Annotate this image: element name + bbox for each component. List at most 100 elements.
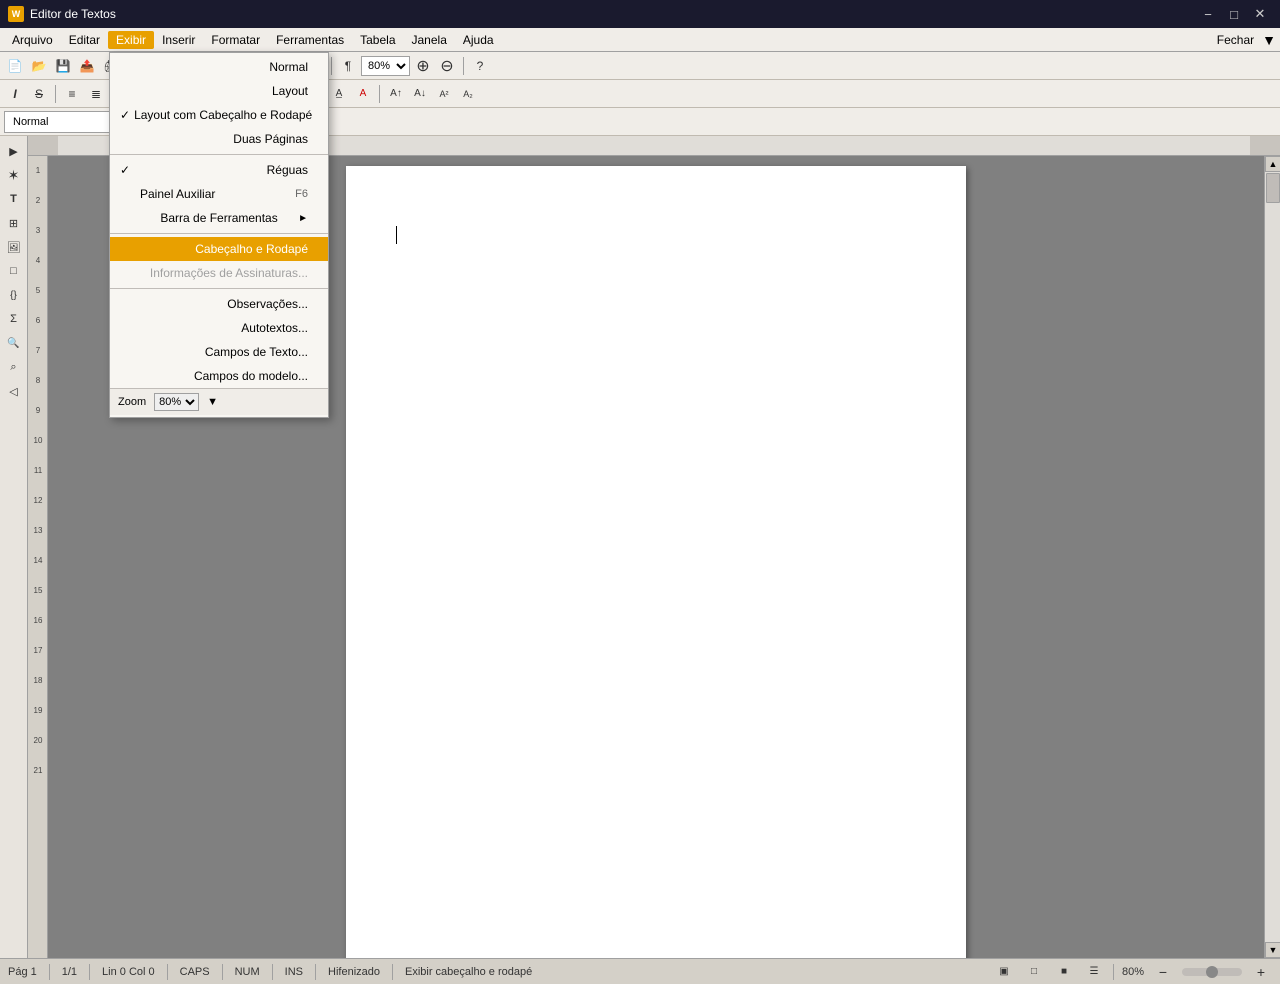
fechar-x-button[interactable]: ▼ [1262,32,1276,48]
save-remote-button[interactable]: 📤 [76,55,98,77]
minimize-button[interactable]: − [1196,4,1220,24]
menu-arquivo[interactable]: Arquivo [4,31,61,49]
font-subscript-button[interactable]: A₂ [457,83,479,105]
menu-normal[interactable]: Normal [110,55,328,79]
menu-campos-texto[interactable]: Campos de Texto... [110,340,328,364]
lt-formula-button[interactable]: Σ [3,308,25,330]
align-left-button[interactable]: ≡ [61,83,83,105]
zoom-slider-thumb[interactable] [1206,966,1218,978]
menu-painel-auxiliar[interactable]: Painel Auxiliar F6 [110,182,328,206]
menu-barra-ferramentas[interactable]: Barra de Ferramentas ► [110,206,328,230]
ruler-num-16: 16 [29,616,47,625]
scroll-down-button[interactable]: ▼ [1265,942,1280,958]
sep-d2 [110,233,328,234]
label-observacoes: Observações... [227,297,308,311]
menu-cabecalho-rodape[interactable]: Cabeçalho e Rodapé [110,237,328,261]
save-button[interactable]: 💾 [52,55,74,77]
zoom-bar-dropdown-arrow: ▼ [207,396,218,408]
document-page[interactable] [346,166,966,958]
zoom-bar-select[interactable]: 80% [154,393,199,411]
status-sep-8 [1113,964,1114,980]
zoom-in-button[interactable]: ⊕ [412,55,434,77]
lt-btn-1[interactable]: ▶ [3,140,25,162]
ruler-num-20: 20 [29,736,47,745]
scroll-up-button[interactable]: ▲ [1265,156,1280,172]
statusbar-view-btn-2[interactable]: □ [1023,961,1045,983]
ruler-num-13: 13 [29,526,47,535]
ruler-num-14: 14 [29,556,47,565]
check-layout-cabecalho: ✓ [120,108,130,122]
statusbar-view-btn-4[interactable]: ☰ [1083,961,1105,983]
titlebar: W Editor de Textos − □ ✕ [0,0,1280,28]
lt-image-button[interactable]: 🖼 [3,236,25,258]
ruler-num-1: 1 [29,166,47,175]
zoom-slider[interactable] [1182,968,1242,976]
lt-shapes-button[interactable]: □ [3,260,25,282]
lt-field-button[interactable]: {} [3,284,25,306]
statusbar-view-btn-1[interactable]: ▣ [993,961,1015,983]
font-size-increase-button[interactable]: A↑ [385,83,407,105]
scroll-thumb[interactable] [1266,173,1280,203]
menu-exibir[interactable]: Exibir [108,31,154,49]
menu-janela[interactable]: Janela [404,31,455,49]
zoom-out-status-button[interactable]: − [1152,961,1174,983]
menu-ajuda[interactable]: Ajuda [455,31,502,49]
menu-formatar[interactable]: Formatar [203,31,268,49]
statusbar-view-btn-3[interactable]: ■ [1053,961,1075,983]
menu-tabela[interactable]: Tabela [352,31,403,49]
lt-navigator-button[interactable]: 🔍 [3,332,25,354]
paragraph-style-select[interactable]: Normal [4,111,124,133]
check-barra-ferramentas [120,211,136,225]
help-button[interactable]: ? [469,55,491,77]
status-page: Pág 1 [8,966,37,978]
lt-expand-button[interactable]: ◁ [3,380,25,402]
open-button[interactable]: 📂 [28,55,50,77]
menu-autotextos[interactable]: Autotextos... [110,316,328,340]
pilcrow-button[interactable]: ¶ [337,55,359,77]
lt-text-button[interactable]: T [3,188,25,210]
menu-campos-modelo[interactable]: Campos do modelo... [110,364,328,388]
fechar-button[interactable]: Fechar [1209,31,1262,49]
new-button[interactable]: 📄 [4,55,26,77]
status-sep-2 [89,964,90,980]
menu-observacoes[interactable]: Observações... [110,292,328,316]
font-superscript-button[interactable]: A² [433,83,455,105]
label-layout: Layout [272,84,308,98]
lt-table-button[interactable]: ⊞ [3,212,25,234]
scroll-track [1265,172,1280,942]
ruler-num-2: 2 [29,196,47,205]
menu-layout[interactable]: Layout [110,79,328,103]
zoom-bar-label: Zoom [118,396,146,408]
zoom-in-status-button[interactable]: + [1250,961,1272,983]
bold-button[interactable]: I [4,83,26,105]
strikethrough-button[interactable]: S [28,83,50,105]
menu-ferramentas[interactable]: Ferramentas [268,31,352,49]
zoom-bar: Zoom 80% ▼ [110,388,328,415]
zoom-out-button[interactable]: ⊖ [436,55,458,77]
check-observacoes [120,297,136,311]
app-title: Editor de Textos [30,7,116,21]
status-hyphen: Hifenizado [328,966,380,978]
label-informacoes: Informações de Assinaturas... [150,266,308,280]
lt-search-button[interactable]: ⌕ [3,356,25,378]
maximize-button[interactable]: □ [1222,4,1246,24]
menu-inserir[interactable]: Inserir [154,31,203,49]
highlight-color-button[interactable]: A̲ [328,83,350,105]
status-sep-5 [272,964,273,980]
menu-editar[interactable]: Editar [61,31,108,49]
ruler-num-5: 5 [29,286,47,295]
zoom-select[interactable]: 80% [361,56,410,76]
menubar: Arquivo Editar Exibir Inserir Formatar F… [0,28,1280,52]
menu-duas-paginas[interactable]: Duas Páginas [110,127,328,151]
menu-reguas[interactable]: ✓ Réguas [110,158,328,182]
right-scrollbar: ▲ ▼ [1264,156,1280,958]
ruler-num-9: 9 [29,406,47,415]
menu-layout-cabecalho[interactable]: ✓ Layout com Cabeçalho e Rodapé [110,103,328,127]
font-color-button[interactable]: A [352,83,374,105]
label-reguas: Réguas [267,163,308,177]
close-button[interactable]: ✕ [1248,4,1272,24]
font-size-decrease-button[interactable]: A↓ [409,83,431,105]
check-layout [120,84,136,98]
lt-selection-button[interactable]: ✶ [3,164,25,186]
align-center-button[interactable]: ≣ [85,83,107,105]
